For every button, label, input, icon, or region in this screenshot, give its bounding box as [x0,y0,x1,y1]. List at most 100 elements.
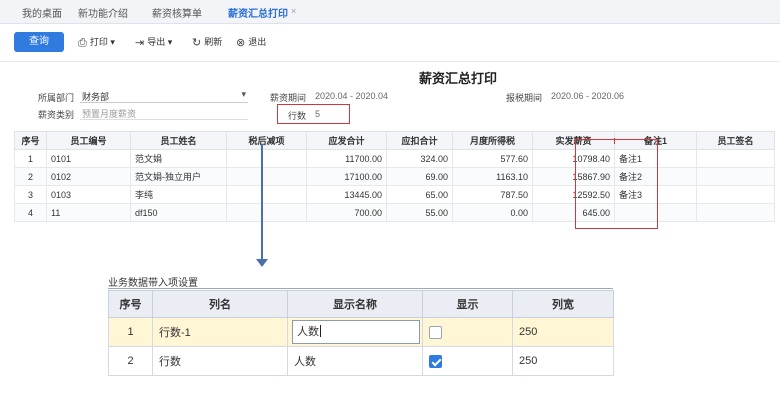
chevron-down-icon: ▾ [241,89,246,99]
show-checkbox-checked[interactable] [429,354,442,368]
table-row[interactable]: 2 0102 范文娟-独立用户 17100.00 69.00 1163.10 1… [14,167,775,186]
table-cell: 1 [14,149,47,168]
table-cell: 2 [14,167,47,186]
exit-button[interactable]: ⊗ 退出 [236,35,266,49]
settings-cell-width[interactable]: 250 [512,317,614,347]
table-cell: 范文娟-独立用户 [130,167,227,186]
table-cell: 0.00 [452,203,533,222]
rowcount-value: 5 [315,109,321,119]
tab-bar: 我的桌面 新功能介绍 薪资核算单 薪资汇总打印 × [0,0,780,26]
refresh-label: 刷新 [204,37,223,47]
type-field[interactable]: 预置月度薪资 [80,106,248,120]
table-header-row: 序号 员工编号 员工姓名 税后减项 应发合计 应扣合计 月度所得税 实发薪资 备… [14,131,775,150]
header-cell: 列名 [152,290,288,318]
settings-row[interactable]: 2 行数 人数 250 [108,346,614,376]
exit-icon: ⊗ [236,37,246,49]
tab-salary-calc[interactable]: 薪资核算单 [152,5,202,20]
type-value: 预置月度薪资 [82,109,137,119]
table-cell [226,149,307,168]
header-cell: 列宽 [512,290,614,318]
settings-row[interactable]: 1 行数-1 人数 250 [108,317,614,347]
table-cell: 65.00 [386,185,453,204]
header-cell: 显示名称 [287,290,423,318]
header-cell[interactable]: 员工姓名 [130,131,227,150]
table-cell: 577.60 [452,149,533,168]
print-label: 打印 [89,37,108,47]
type-label: 薪资类别 [38,110,75,120]
table-cell [226,203,307,222]
table-cell [226,167,307,186]
settings-table: 序号 列名 显示名称 显示 列宽 1 行数-1 人数 250 2 行数 人数 2… [108,290,614,376]
table-cell: 324.00 [386,149,453,168]
toolbar: 查询 ⎙ 打印 ▾ ⇥ 导出 ▾ ↻ 刷新 ⊗ 退出 [0,24,780,62]
header-cell[interactable]: 月度所得税 [452,131,533,150]
settings-cell-no: 1 [108,317,153,347]
table-cell: 55.00 [386,203,453,222]
settings-cell-show [422,346,513,376]
tax-period-value: 2020.06 - 2020.06 [551,91,625,101]
divider [108,288,613,289]
header-cell[interactable]: 应扣合计 [386,131,453,150]
text-caret [320,325,321,337]
settings-cell-col: 行数 [152,346,288,376]
refresh-button[interactable]: ↻ 刷新 [192,35,222,49]
settings-cell-width[interactable]: 250 [512,346,614,376]
show-checkbox[interactable] [429,325,442,339]
dept-select[interactable]: 财务部 ▾ [80,89,248,103]
tax-period-label: 报税期间 [506,93,543,103]
tab-my-desktop[interactable]: 我的桌面 [22,5,62,20]
table-cell: 0103 [46,185,131,204]
table-row[interactable]: 3 0103 李纯 13445.00 65.00 787.50 12592.50… [14,185,775,204]
annotation-arrow-head [256,259,268,267]
table-cell: 69.00 [386,167,453,186]
settings-title: 业务数据带入项设置 [108,278,198,289]
settings-cell-display[interactable]: 人数 [287,346,423,376]
print-button[interactable]: ⎙ 打印 ▾ [78,35,115,50]
exit-label: 退出 [248,37,267,47]
table-cell [696,167,775,186]
export-button[interactable]: ⇥ 导出 ▾ [135,35,172,49]
table-cell: 700.00 [306,203,387,222]
table-cell: 13445.00 [306,185,387,204]
chevron-down-icon: ▾ [107,37,115,47]
chevron-down-icon: ▾ [165,37,173,47]
export-label: 导出 [147,37,166,47]
table-cell: 0101 [46,149,131,168]
settings-cell-display: 人数 [287,317,423,347]
printer-icon: ⎙ [78,37,87,49]
header-cell[interactable]: 应发合计 [306,131,387,150]
table-cell: 1163.10 [452,167,533,186]
remark-column-annotation-box [575,139,658,229]
refresh-icon: ↻ [192,37,202,49]
dept-label: 所属部门 [38,93,75,103]
rowcount-label: 行数 [288,111,307,121]
table-cell: 11 [46,203,131,222]
header-cell[interactable]: 员工编号 [46,131,131,150]
tab-salary-summary-print[interactable]: 薪资汇总打印 [228,5,288,26]
settings-cell-no: 2 [108,346,153,376]
table-cell: 3 [14,185,47,204]
query-button[interactable]: 查询 [14,32,64,52]
header-cell[interactable]: 税后减项 [226,131,307,150]
dept-value: 财务部 [82,92,110,102]
export-icon: ⇥ [135,37,145,49]
annotation-arrow-line [261,144,263,260]
table-row[interactable]: 1 0101 范文娟 11700.00 324.00 577.60 10798.… [14,149,775,168]
report-title: 薪资汇总打印 [419,71,498,86]
table-cell: 李纯 [130,185,227,204]
table-cell [226,185,307,204]
header-cell[interactable]: 员工签名 [696,131,775,150]
header-cell[interactable]: 序号 [14,131,47,150]
settings-cell-col: 行数-1 [152,317,288,347]
table-cell [696,185,775,204]
table-cell [696,149,775,168]
table-row[interactable]: 4 11 df150 700.00 55.00 0.00 645.00 [14,203,775,222]
tab-new-features[interactable]: 新功能介绍 [78,5,128,20]
table-cell: 17100.00 [306,167,387,186]
table-cell: df150 [130,203,227,222]
salary-summary-table: 序号 员工编号 员工姓名 税后减项 应发合计 应扣合计 月度所得税 实发薪资 备… [14,131,775,222]
display-name-input[interactable]: 人数 [292,320,420,344]
table-cell: 0102 [46,167,131,186]
table-cell: 11700.00 [306,149,387,168]
close-icon[interactable]: × [291,6,296,16]
